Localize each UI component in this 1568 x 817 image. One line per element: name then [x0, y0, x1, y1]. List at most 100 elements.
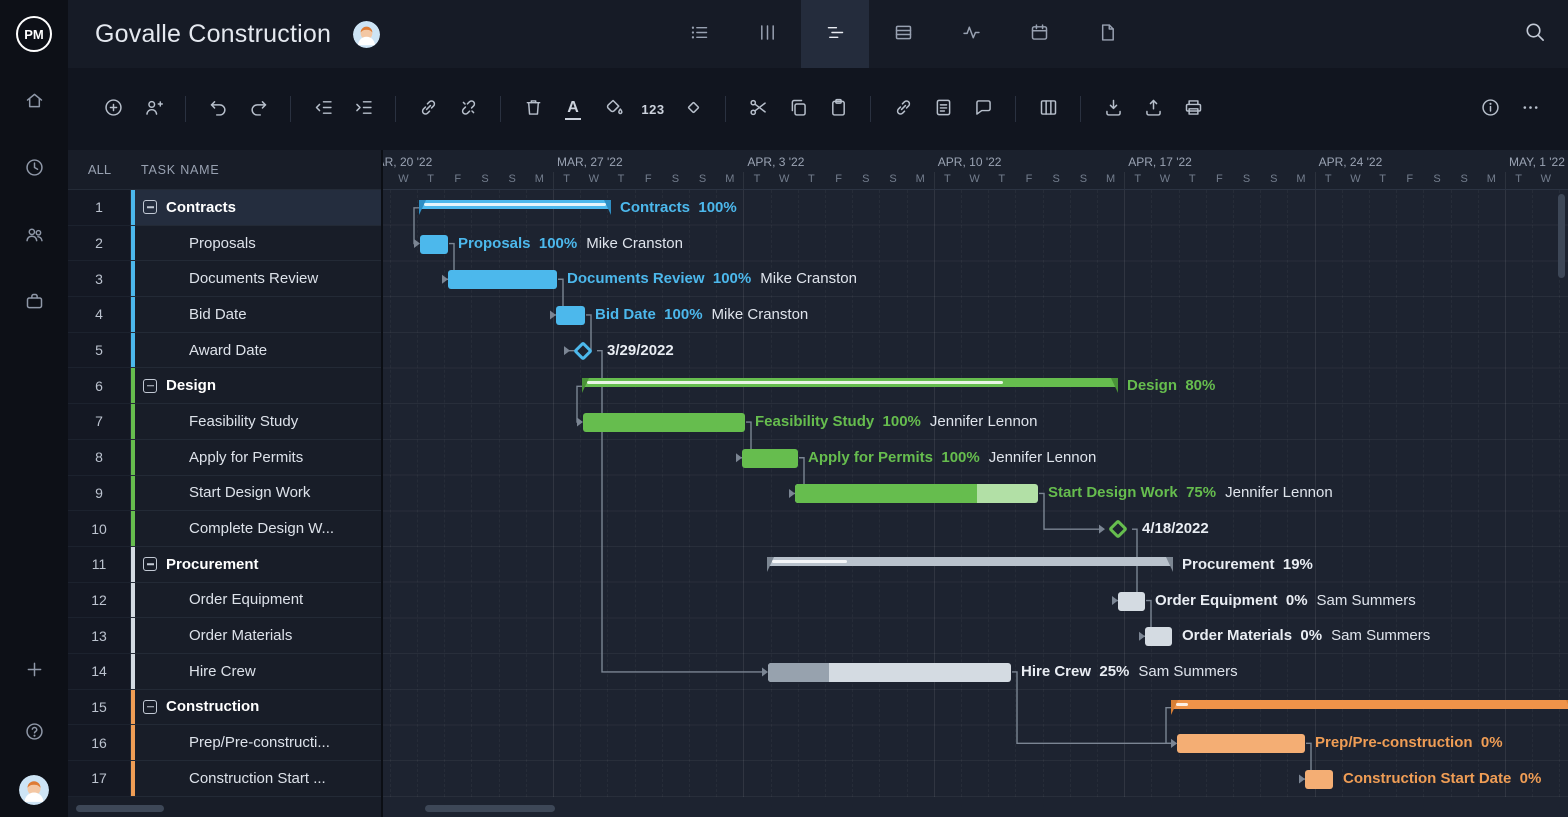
task-name-cell[interactable]: Procurement: [131, 547, 381, 583]
tab-gantt-view[interactable]: [801, 0, 869, 68]
table-row[interactable]: 2Proposals: [68, 226, 381, 262]
tab-activity-view[interactable]: [937, 0, 1005, 68]
task-name-cell[interactable]: Feasibility Study: [131, 404, 381, 440]
task-name-cell[interactable]: Proposals: [131, 226, 381, 262]
fill-color-button[interactable]: [593, 89, 633, 129]
numbers-button[interactable]: 123: [633, 89, 673, 129]
task-name-cell[interactable]: Start Design Work: [131, 476, 381, 512]
task-name-cell[interactable]: Contracts: [131, 190, 381, 226]
comment-button[interactable]: [963, 89, 1003, 129]
cut-button[interactable]: [738, 89, 778, 129]
clock-icon[interactable]: [14, 149, 54, 189]
milestone-button[interactable]: [673, 89, 713, 129]
help-icon[interactable]: [14, 713, 54, 753]
task-name-cell[interactable]: Apply for Permits: [131, 440, 381, 476]
task-name-cell[interactable]: Order Equipment: [131, 583, 381, 619]
table-row[interactable]: 10Complete Design W...: [68, 511, 381, 547]
task-bar-proposals[interactable]: [420, 235, 448, 254]
collapse-icon[interactable]: [143, 700, 157, 714]
undo-button[interactable]: [198, 89, 238, 129]
collapse-icon[interactable]: [143, 557, 157, 571]
portfolio-icon[interactable]: [14, 283, 54, 323]
table-row[interactable]: 16Prep/Pre-constructi...: [68, 725, 381, 761]
task-bar-feasibility-study[interactable]: [583, 413, 745, 432]
attach-button[interactable]: [883, 89, 923, 129]
font-color-button[interactable]: A: [553, 89, 593, 129]
home-icon[interactable]: [14, 82, 54, 122]
table-row[interactable]: 13Order Materials: [68, 618, 381, 654]
print-button[interactable]: [1173, 89, 1213, 129]
table-row[interactable]: 11Procurement: [68, 547, 381, 583]
summary-bar-construction[interactable]: [1172, 700, 1568, 709]
tab-calendar-view[interactable]: [1005, 0, 1073, 68]
redo-button[interactable]: [238, 89, 278, 129]
more-button[interactable]: [1510, 89, 1550, 129]
task-name-cell[interactable]: Bid Date: [131, 297, 381, 333]
summary-bar-design[interactable]: [583, 378, 1117, 387]
team-icon[interactable]: [14, 216, 54, 256]
unlink-tasks-button[interactable]: [448, 89, 488, 129]
tab-board-view[interactable]: [733, 0, 801, 68]
table-row[interactable]: 5Award Date: [68, 333, 381, 369]
task-bar-order-equipment[interactable]: [1118, 592, 1145, 611]
tab-list-view[interactable]: [665, 0, 733, 68]
chart-hscrollbar-thumb[interactable]: [425, 805, 555, 812]
filter-all-button[interactable]: ALL: [68, 150, 131, 189]
task-bar-order-materials[interactable]: [1145, 627, 1172, 646]
task-bar-start-design-work[interactable]: [795, 484, 1038, 503]
table-row[interactable]: 17Construction Start ...: [68, 761, 381, 797]
task-bar-prep-pre-construction[interactable]: [1177, 734, 1305, 753]
table-row[interactable]: 9Start Design Work: [68, 476, 381, 512]
task-bar-apply-for-permits[interactable]: [742, 449, 798, 468]
task-name-cell[interactable]: Award Date: [131, 333, 381, 369]
task-name-cell[interactable]: Order Materials: [131, 618, 381, 654]
user-avatar[interactable]: [19, 775, 49, 805]
add-icon[interactable]: [14, 651, 54, 691]
table-hscrollbar-thumb[interactable]: [76, 805, 164, 812]
task-bar-construction-start-date[interactable]: [1305, 770, 1333, 789]
copy-button[interactable]: [778, 89, 818, 129]
table-row[interactable]: 4Bid Date: [68, 297, 381, 333]
task-name-cell[interactable]: Prep/Pre-constructi...: [131, 725, 381, 761]
import-button[interactable]: [1093, 89, 1133, 129]
collapse-icon[interactable]: [143, 379, 157, 393]
link-tasks-button[interactable]: [408, 89, 448, 129]
search-icon[interactable]: [1523, 20, 1546, 46]
table-row[interactable]: 6Design: [68, 368, 381, 404]
table-row[interactable]: 8Apply for Permits: [68, 440, 381, 476]
table-row[interactable]: 7Feasibility Study: [68, 404, 381, 440]
task-bar-documents-review[interactable]: [448, 270, 557, 289]
add-task-button[interactable]: [93, 89, 133, 129]
task-name-cell[interactable]: Complete Design W...: [131, 511, 381, 547]
main-area: Govalle Construction A123 ALL TASK NAME …: [68, 0, 1568, 817]
indent-button[interactable]: [343, 89, 383, 129]
tab-sheet-view[interactable]: [869, 0, 937, 68]
tab-report-view[interactable]: [1073, 0, 1141, 68]
table-row[interactable]: 15Construction: [68, 690, 381, 726]
notes-button[interactable]: [923, 89, 963, 129]
pm-logo[interactable]: PM: [0, 0, 68, 68]
project-owner-avatar[interactable]: [353, 21, 380, 48]
table-row[interactable]: 1Contracts: [68, 190, 381, 226]
table-row[interactable]: 3Documents Review: [68, 261, 381, 297]
table-row[interactable]: 12Order Equipment: [68, 583, 381, 619]
summary-bar-procurement[interactable]: [768, 557, 1172, 566]
task-name-cell[interactable]: Hire Crew: [131, 654, 381, 690]
info-button[interactable]: [1470, 89, 1510, 129]
task-name-cell[interactable]: Design: [131, 368, 381, 404]
delete-button[interactable]: [513, 89, 553, 129]
add-user-button[interactable]: [133, 89, 173, 129]
columns-button[interactable]: [1028, 89, 1068, 129]
table-row[interactable]: 14Hire Crew: [68, 654, 381, 690]
task-bar-bid-date[interactable]: [556, 306, 585, 325]
export-button[interactable]: [1133, 89, 1173, 129]
task-bar-hire-crew[interactable]: [768, 663, 1011, 682]
outdent-button[interactable]: [303, 89, 343, 129]
task-name-cell[interactable]: Construction Start ...: [131, 761, 381, 797]
summary-bar-contracts[interactable]: [420, 200, 610, 209]
collapse-icon[interactable]: [143, 200, 157, 214]
task-name-cell[interactable]: Documents Review: [131, 261, 381, 297]
paste-button[interactable]: [818, 89, 858, 129]
task-name-cell[interactable]: Construction: [131, 690, 381, 726]
chart-vscrollbar-thumb[interactable]: [1558, 194, 1565, 278]
